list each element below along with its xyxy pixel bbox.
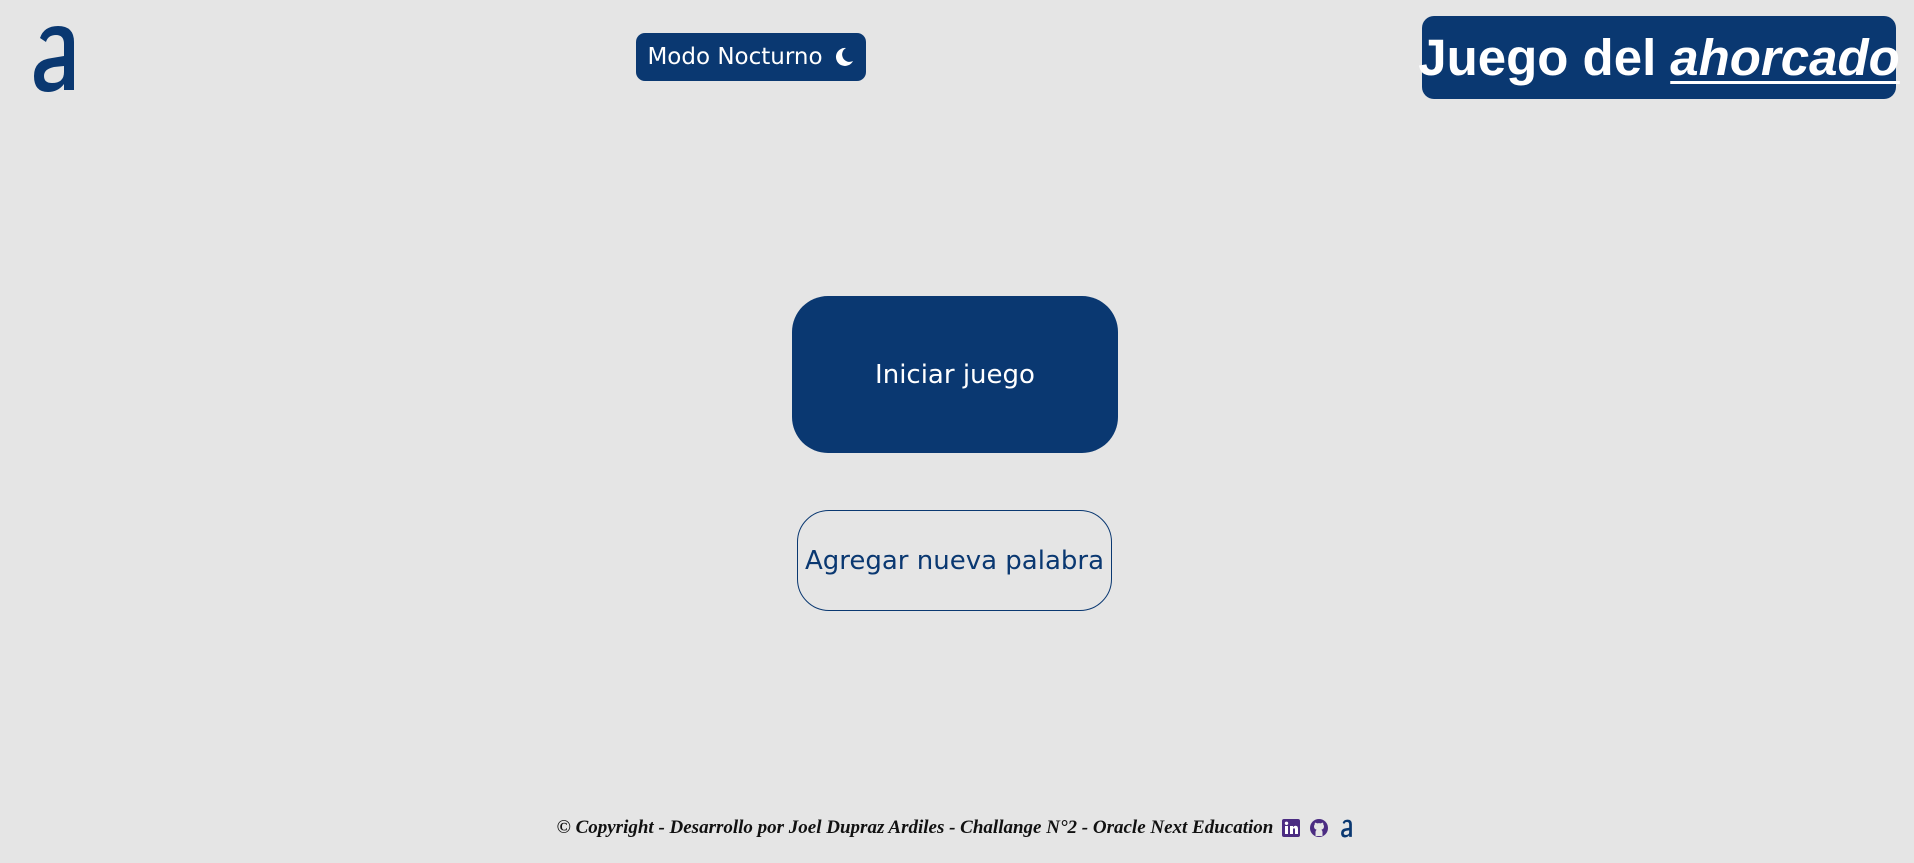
start-game-button[interactable]: Iniciar juego (792, 296, 1118, 453)
page: Modo Nocturno Juego del ahorcado Iniciar… (0, 0, 1914, 863)
page-title: Juego del ahorcado (1418, 16, 1900, 99)
add-word-button[interactable]: Agregar nueva palabra (797, 510, 1112, 611)
linkedin-icon[interactable] (1281, 818, 1301, 838)
footer: © Copyright - Desarrollo por Joel Dupraz… (0, 816, 1914, 840)
copyright-text: © Copyright - Desarrollo por Joel Dupraz… (556, 817, 1274, 838)
night-mode-button[interactable]: Modo Nocturno (636, 33, 866, 81)
title-prefix: Juego del (1418, 29, 1657, 86)
github-icon[interactable] (1309, 818, 1329, 838)
alura-logo-icon[interactable] (30, 20, 82, 94)
night-mode-label: Modo Nocturno (647, 44, 823, 70)
alura-icon[interactable] (1337, 818, 1357, 838)
moon-icon (833, 46, 855, 68)
title-emphasis: ahorcado (1670, 29, 1900, 86)
